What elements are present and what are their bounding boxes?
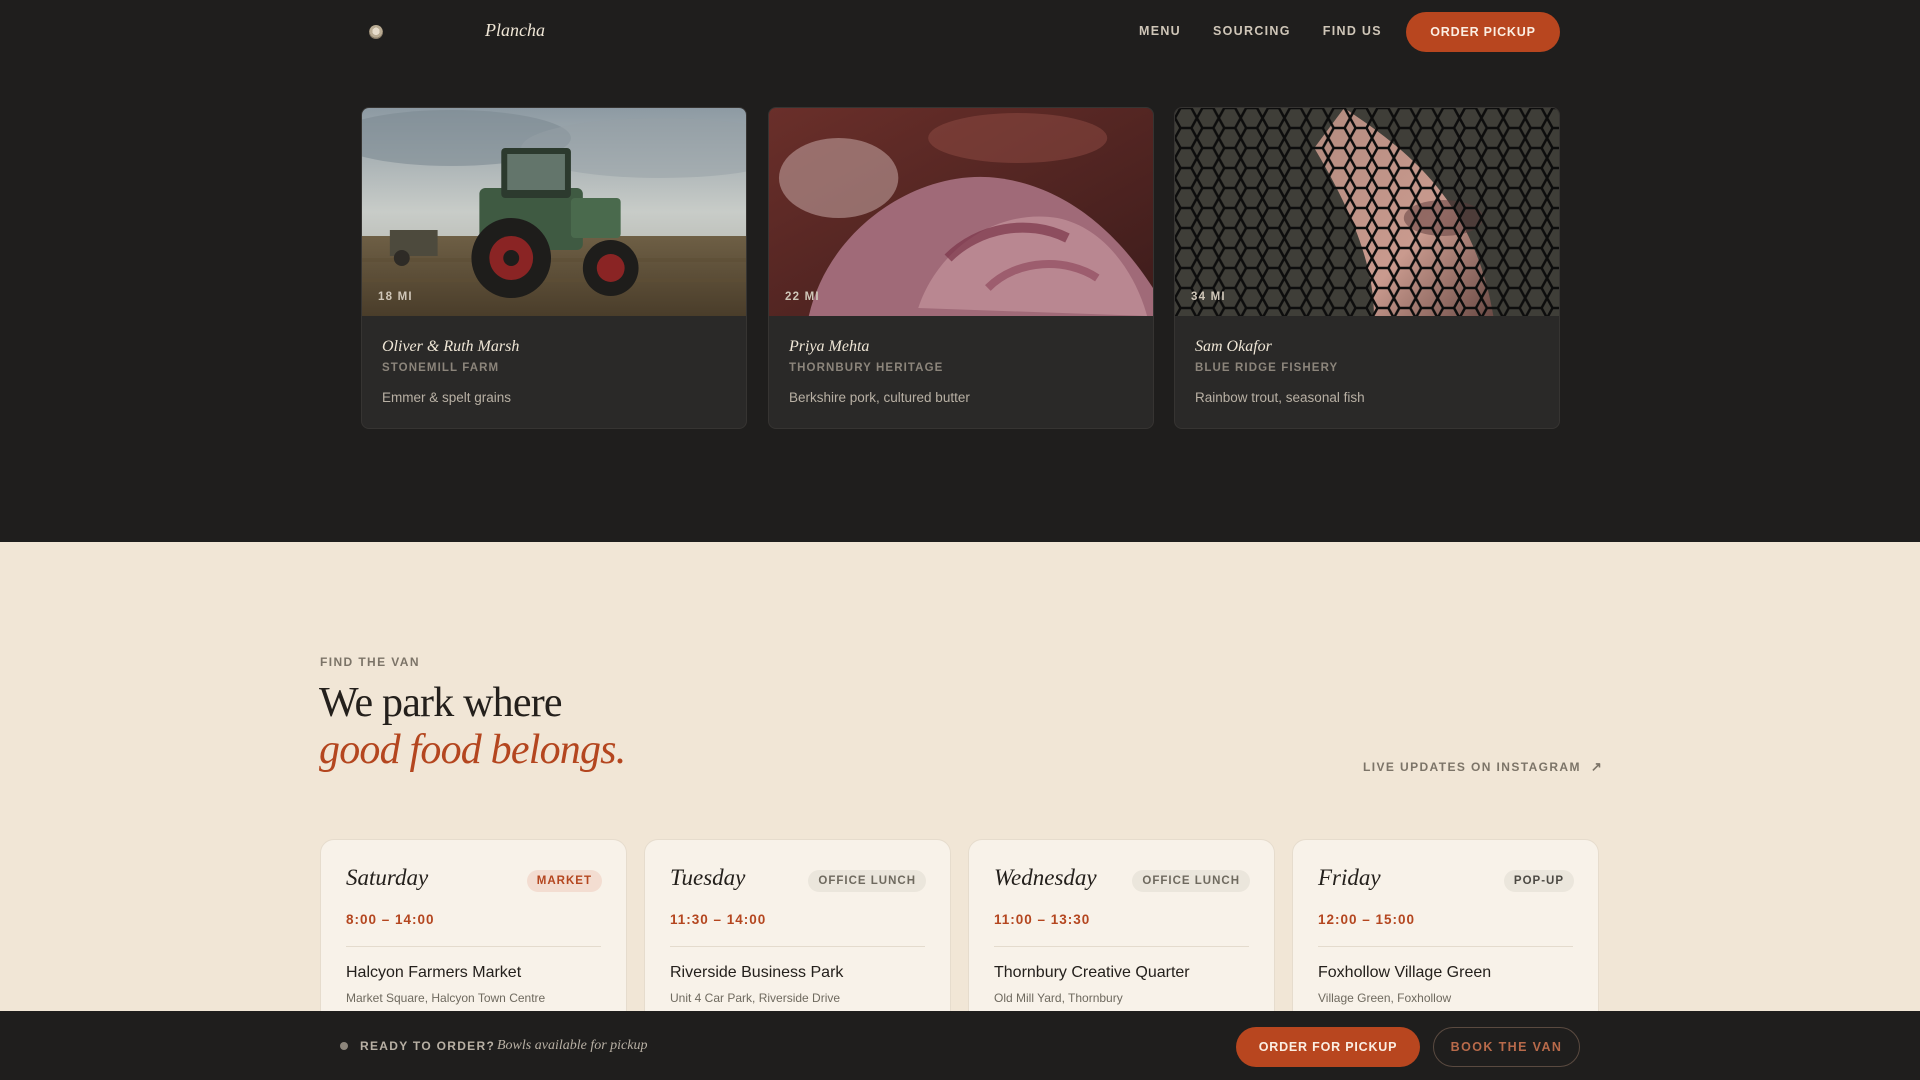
day-name: Saturday	[346, 865, 429, 890]
sourcing-section: 18 MI Oliver & Ruth Marsh STONEMILL FARM…	[0, 64, 1920, 542]
day-name: Friday	[1318, 865, 1381, 890]
farm-card[interactable]: 34 MI Sam Okafor BLUE RIDGE FISHERY Rain…	[1174, 107, 1560, 429]
farm-desc: Rainbow trout, seasonal fish	[1195, 390, 1365, 405]
farm-org: THORNBURY HERITAGE	[789, 362, 944, 374]
hours: 11:00 – 13:30	[994, 912, 1091, 927]
schedule-card[interactable]: Wednesday OFFICE LUNCH 11:00 – 13:30 Tho…	[968, 839, 1275, 1039]
hours: 8:00 – 14:00	[346, 912, 435, 927]
venue-name: Foxhollow Village Green	[1318, 964, 1492, 981]
pickup-note: Bowls available for pickup	[497, 1038, 648, 1053]
venue-name: Thornbury Creative Quarter	[994, 964, 1190, 981]
venue-address: Old Mill Yard, Thornbury	[994, 991, 1123, 1005]
farm-desc: Emmer & spelt grains	[382, 390, 512, 405]
arrow-up-right-icon: ↗	[1590, 759, 1604, 774]
farm-card[interactable]: 18 MI Oliver & Ruth Marsh STONEMILL FARM…	[361, 107, 747, 429]
farmer-name: Oliver & Ruth Marsh	[382, 338, 520, 355]
event-type-badge: POP-UP	[1503, 870, 1574, 892]
schedule-card[interactable]: Saturday MARKET 8:00 – 14:00 Halcyon Far…	[320, 839, 627, 1039]
pork-photo: 22 MI	[769, 108, 1153, 316]
distance-badge: 22 MI	[785, 291, 820, 303]
nav-sourcing[interactable]: SOURCING	[1213, 24, 1291, 38]
venue-address: Unit 4 Car Park, Riverside Drive	[670, 991, 841, 1005]
tractor-photo: 18 MI	[362, 108, 746, 316]
section-heading-accent: good food belongs.	[319, 727, 626, 773]
event-type-badge: OFFICE LUNCH	[1132, 870, 1250, 892]
schedule-card[interactable]: Friday POP-UP 12:00 – 15:00 Foxhollow Vi…	[1292, 839, 1599, 1039]
farmer-name: Sam Okafor	[1195, 338, 1272, 355]
brand-name[interactable]: Plancha	[485, 20, 545, 41]
site-header: Plancha MENU SOURCING FIND US ORDER PICK…	[0, 0, 1920, 64]
farmer-name: Priya Mehta	[789, 338, 870, 355]
sticky-order-bar: READY TO ORDER? Bowls available for pick…	[0, 1011, 1920, 1080]
book-the-van-button[interactable]: BOOK THE VAN	[1433, 1027, 1580, 1067]
divider	[1318, 946, 1573, 947]
order-for-pickup-button[interactable]: ORDER FOR PICKUP	[1236, 1027, 1420, 1067]
instagram-link-label: LIVE UPDATES ON INSTAGRAM	[1363, 760, 1581, 774]
schedule-card[interactable]: Tuesday OFFICE LUNCH 11:30 – 14:00 River…	[644, 839, 951, 1039]
find-the-van-section: FIND THE VAN We park where good food bel…	[0, 542, 1920, 1080]
divider	[994, 946, 1249, 947]
farm-card[interactable]: 22 MI Priya Mehta THORNBURY HERITAGE Ber…	[768, 107, 1154, 429]
day-name: Tuesday	[670, 865, 746, 890]
section-heading: We park where	[319, 680, 563, 726]
status-dot-icon	[340, 1042, 348, 1050]
hours: 11:30 – 14:00	[670, 912, 767, 927]
distance-badge: 18 MI	[378, 291, 413, 303]
logo-icon[interactable]	[369, 25, 383, 39]
instagram-link[interactable]: LIVE UPDATES ON INSTAGRAM ↗	[1363, 759, 1603, 775]
divider	[670, 946, 925, 947]
trout-photo: 34 MI	[1175, 108, 1559, 316]
order-pickup-button[interactable]: ORDER PICKUP	[1406, 12, 1560, 52]
day-name: Wednesday	[994, 865, 1097, 890]
hours: 12:00 – 15:00	[1318, 912, 1416, 927]
ready-to-order-label: READY TO ORDER?	[360, 1039, 496, 1053]
farm-org: STONEMILL FARM	[382, 362, 500, 374]
venue-address: Village Green, Foxhollow	[1318, 991, 1452, 1005]
distance-badge: 34 MI	[1191, 291, 1226, 303]
venue-address: Market Square, Halcyon Town Centre	[346, 991, 546, 1005]
venue-name: Halcyon Farmers Market	[346, 964, 522, 981]
nav-find-us[interactable]: FIND US	[1323, 24, 1382, 38]
divider	[346, 946, 601, 947]
event-type-badge: OFFICE LUNCH	[808, 870, 926, 892]
event-type-badge: MARKET	[526, 870, 602, 892]
farm-org: BLUE RIDGE FISHERY	[1195, 362, 1339, 374]
section-eyebrow: FIND THE VAN	[320, 655, 420, 669]
venue-name: Riverside Business Park	[670, 964, 844, 981]
farm-desc: Berkshire pork, cultured butter	[789, 390, 970, 405]
nav-menu[interactable]: MENU	[1139, 24, 1181, 38]
main-nav: MENU SOURCING FIND US	[1139, 24, 1382, 38]
